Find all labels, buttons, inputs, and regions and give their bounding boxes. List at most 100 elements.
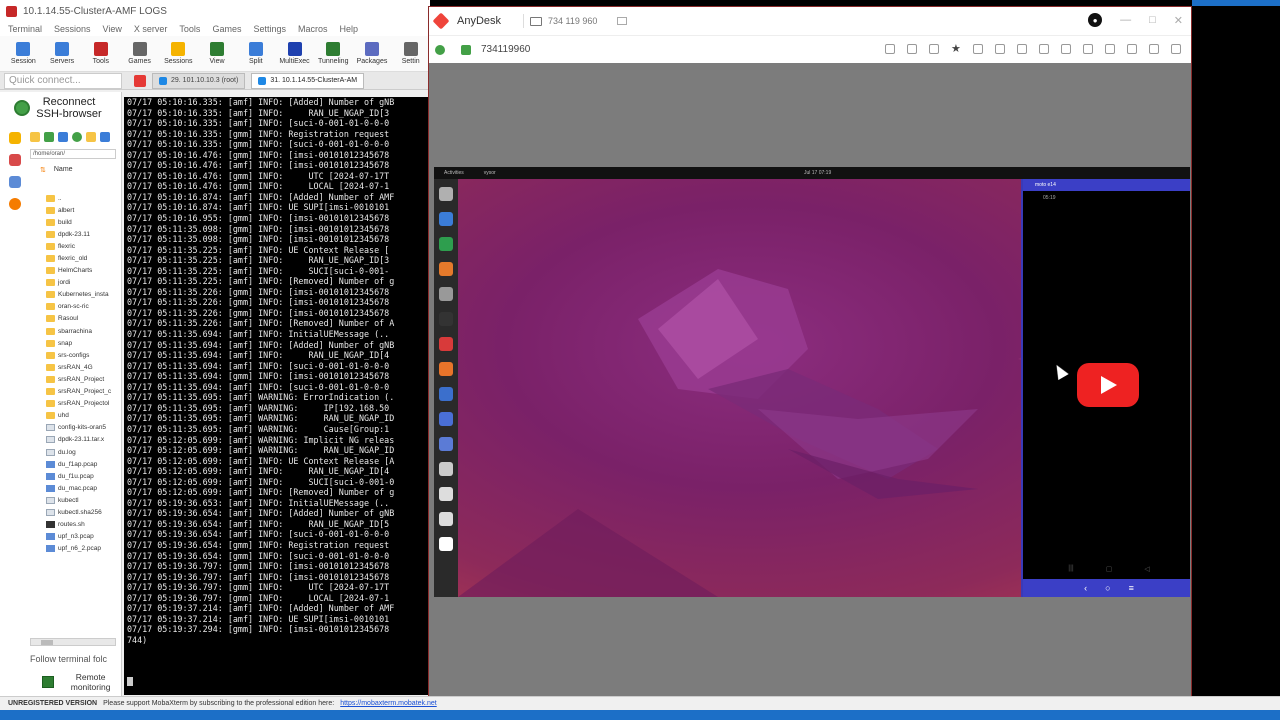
folder-up-icon[interactable] [30, 132, 40, 142]
menu-item-x-server[interactable]: X server [134, 24, 168, 34]
remote-address-id[interactable]: 734119960 [481, 44, 530, 55]
toolbar-view-button[interactable]: View [198, 36, 237, 71]
macros-icon[interactable] [9, 176, 21, 188]
draw-icon[interactable] [1149, 44, 1159, 54]
file-list-item[interactable]: du.log [46, 446, 120, 458]
home-icon[interactable] [134, 74, 146, 87]
follow-terminal-folder-checkbox[interactable]: Follow terminal folc [30, 654, 107, 664]
file-list-item[interactable]: du_f1u.pcap [46, 470, 120, 482]
toolbar-servers-button[interactable]: Servers [43, 36, 82, 71]
mobaxterm-link[interactable]: https://mobaxterm.mobatek.net [340, 700, 437, 707]
remote-monitoring-button[interactable]: Remote monitoring [42, 672, 121, 692]
dock-app-icon[interactable] [439, 537, 453, 551]
nav-back-button[interactable]: ‹ [1084, 583, 1087, 593]
home-icon[interactable]: ▢ [1106, 565, 1113, 575]
vysor-phone-mirror[interactable]: moto e14 05:19 ||| ▢ ◁ ‹ ○ ≡ [1021, 179, 1190, 597]
menu-item-sessions[interactable]: Sessions [54, 24, 91, 34]
toolbar-tools-button[interactable]: Tools [81, 36, 120, 71]
toolbar-session-button[interactable]: Session [4, 36, 43, 71]
session-tab-id[interactable]: 734 119 960 [548, 16, 597, 26]
file-list-item[interactable]: srsRAN_Project_c [46, 386, 120, 398]
name-column-header[interactable]: Name [54, 166, 73, 174]
privacy-icon[interactable] [1105, 44, 1115, 54]
remote-path-field[interactable]: /home/oran/ [30, 149, 116, 159]
dock-app-icon[interactable] [439, 387, 453, 401]
toolbar-packages-button[interactable]: Packages [353, 36, 392, 71]
dock-app-icon[interactable] [439, 437, 453, 451]
file-list-item[interactable]: kubectl.sha256 [46, 506, 120, 518]
toolbar-tunneling-button[interactable]: Tunneling [314, 36, 353, 71]
new-folder-icon[interactable] [86, 132, 96, 142]
recents-icon[interactable]: ||| [1068, 565, 1073, 575]
sftp-icon[interactable] [9, 198, 21, 210]
ubuntu-clock[interactable]: Jul 17 07:19 [804, 170, 831, 176]
file-list-item[interactable]: .. [46, 192, 120, 204]
toolbar-sessions-button[interactable]: Sessions [159, 36, 198, 71]
file-list-item[interactable]: Kubernetes_insta [46, 289, 120, 301]
file-list-item[interactable]: snap [46, 337, 120, 349]
scroll-thumb[interactable] [41, 640, 53, 645]
dock-app-icon[interactable] [439, 237, 453, 251]
toolbar-games-button[interactable]: Games [120, 36, 159, 71]
dock-app-icon[interactable] [439, 337, 453, 351]
menu-item-terminal[interactable]: Terminal [8, 24, 42, 34]
dock-app-icon[interactable] [439, 487, 453, 501]
upload-icon[interactable] [58, 132, 68, 142]
dock-app-icon[interactable] [439, 462, 453, 476]
file-list-item[interactable]: build [46, 216, 120, 228]
file-transfer-icon[interactable] [973, 44, 983, 54]
file-list-item[interactable]: srsRAN_Projectol [46, 398, 120, 410]
new-file-icon[interactable] [100, 132, 110, 142]
tools-icon[interactable] [9, 154, 21, 166]
display-icon[interactable] [1017, 44, 1027, 54]
dock-app-icon[interactable] [439, 312, 453, 326]
file-list-item[interactable]: upf_n6_2.pcap [46, 543, 120, 555]
nav-menu-button[interactable]: ≡ [1129, 583, 1134, 593]
activities-button[interactable]: Activities [444, 170, 464, 176]
tab-session-29[interactable]: 29. 101.10.10.3 (root) [152, 72, 246, 89]
file-list-item[interactable]: Rasoul [46, 313, 120, 325]
dock-app-icon[interactable] [439, 287, 453, 301]
minimize-button[interactable]: — [1120, 14, 1131, 26]
file-list-item[interactable]: dpdk-23.11 [46, 228, 120, 240]
database-icon[interactable] [929, 44, 939, 54]
file-list-item[interactable]: flexric_old [46, 252, 120, 264]
menu-icon[interactable] [1171, 44, 1181, 54]
file-list-item[interactable]: config-kits-oran5 [46, 422, 120, 434]
actions-icon[interactable] [1061, 44, 1071, 54]
dock-app-icon[interactable] [439, 362, 453, 376]
menu-item-view[interactable]: View [103, 24, 122, 34]
file-list-item[interactable]: srs-configs [46, 349, 120, 361]
file-list-item[interactable]: oran-sc-ric [46, 301, 120, 313]
file-list-item[interactable]: du_f1ap.pcap [46, 458, 120, 470]
menu-item-tools[interactable]: Tools [179, 24, 200, 34]
file-list-item[interactable]: routes.sh [46, 519, 120, 531]
menu-item-games[interactable]: Games [212, 24, 241, 34]
terminal-output[interactable]: 07/17 05:10:16.335: [amf] INFO: [Added] … [124, 97, 430, 695]
toolbar-multiexec-button[interactable]: MultiExec [275, 36, 314, 71]
toolbar-settin-button[interactable]: Settin [391, 36, 430, 71]
upload-icon[interactable] [995, 44, 1005, 54]
file-list-item[interactable]: HelmCharts [46, 265, 120, 277]
screenshot-icon[interactable] [885, 44, 895, 54]
refresh-icon[interactable] [72, 132, 82, 142]
file-list-item[interactable]: srsRAN_Project [46, 373, 120, 385]
new-tab-icon[interactable] [617, 17, 628, 25]
favorite-star-icon[interactable]: ★ [951, 44, 961, 55]
account-icon[interactable]: ● [1088, 13, 1103, 27]
star-icon[interactable] [9, 132, 21, 144]
file-list-item[interactable]: srsRAN_4G [46, 361, 120, 373]
quick-connect-input[interactable]: Quick connect... [4, 72, 122, 89]
keyboard-icon[interactable] [1083, 44, 1093, 54]
maximize-button[interactable]: □ [1149, 14, 1156, 26]
file-list-item[interactable]: sbarrachina [46, 325, 120, 337]
hourglass-icon[interactable] [907, 44, 917, 54]
nav-home-button[interactable]: ○ [1105, 583, 1110, 593]
toolbar-split-button[interactable]: Split [236, 36, 275, 71]
dock-app-icon[interactable] [439, 212, 453, 226]
chat-icon[interactable] [1039, 44, 1049, 54]
file-list-item[interactable]: dpdk-23.11.tar.x [46, 434, 120, 446]
close-button[interactable]: ✕ [1174, 14, 1183, 27]
youtube-app-icon[interactable] [1077, 363, 1139, 407]
tab-session-31[interactable]: 31. 10.1.14.55-ClusterA-AM [251, 72, 365, 89]
